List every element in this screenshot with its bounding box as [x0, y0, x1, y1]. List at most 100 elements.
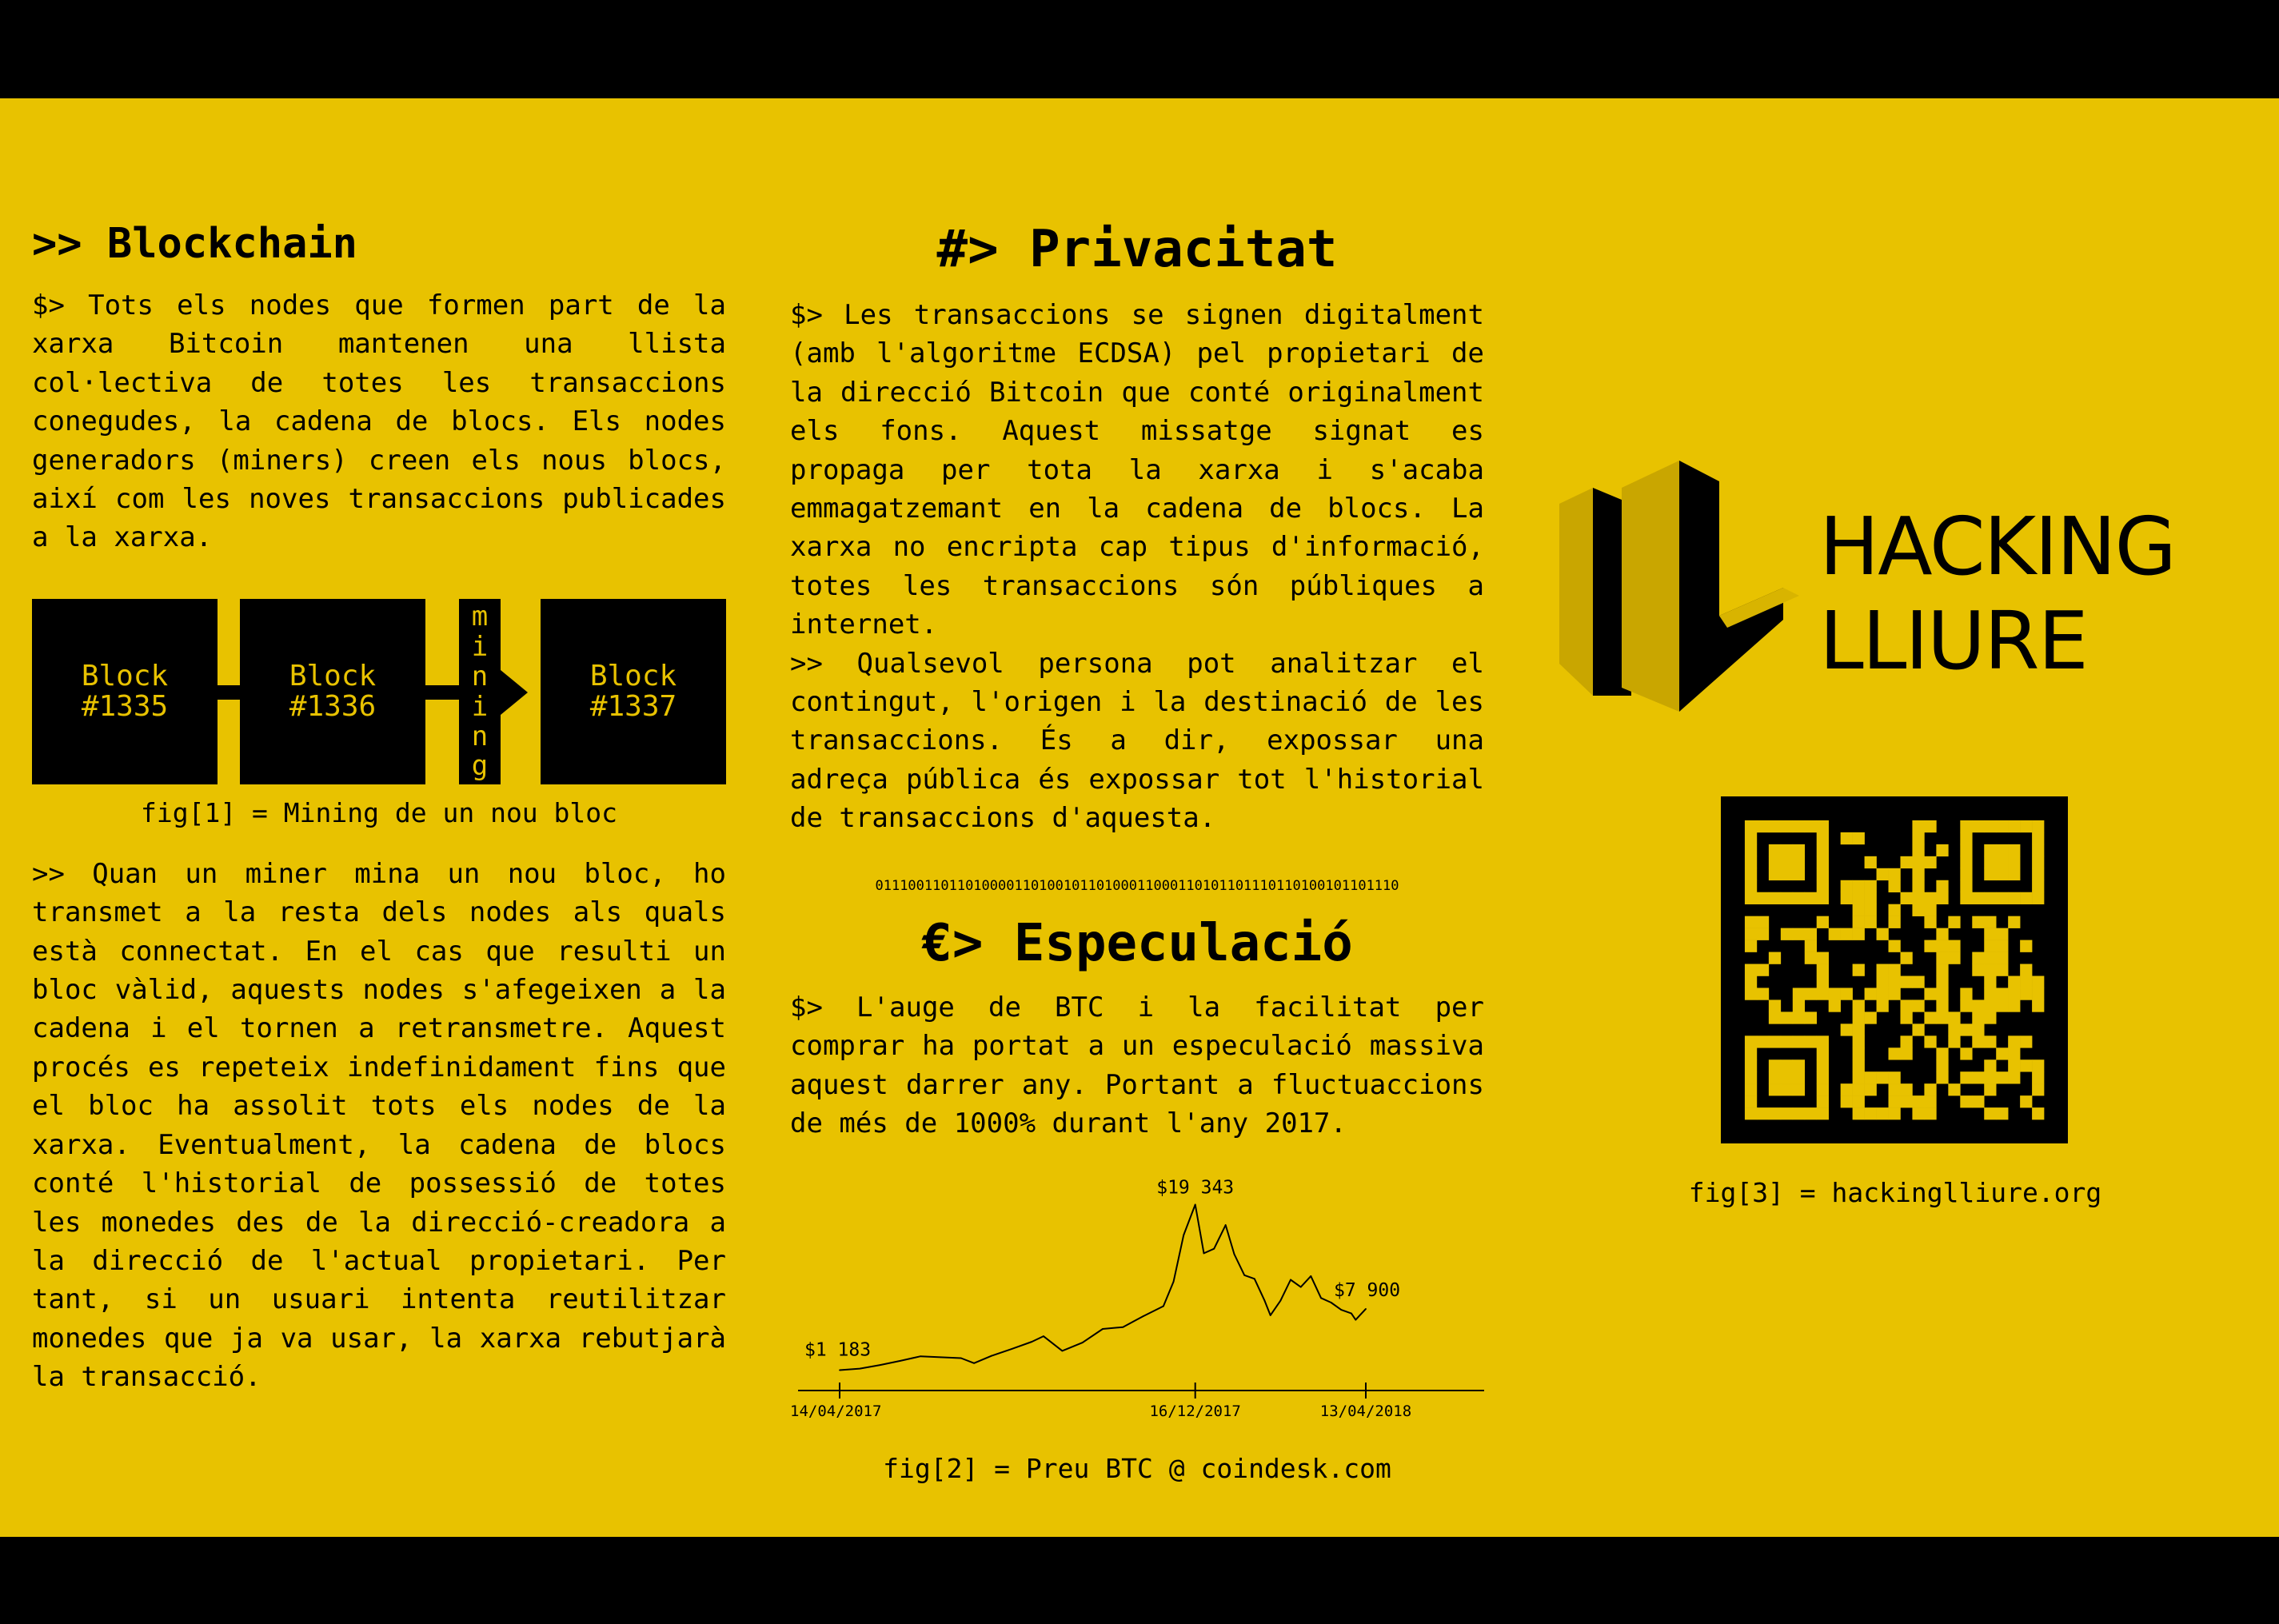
price-point — [990, 1355, 992, 1357]
price-point — [1122, 1327, 1124, 1328]
qr-module — [1744, 868, 1758, 881]
price-point — [1042, 1335, 1044, 1338]
x-tick-label: 14/04/2017 — [790, 1403, 881, 1420]
qr-module — [2032, 1000, 2045, 1012]
mining-letter: n — [471, 660, 489, 693]
qr-module — [1924, 856, 1937, 869]
qr-module — [1792, 844, 1806, 857]
qr-module — [1912, 868, 1925, 881]
qr-module — [1768, 856, 1782, 869]
privacitat-paragraph-1: $> Les transaccions se signen digitalmen… — [790, 299, 1484, 641]
price-point — [1031, 1341, 1033, 1343]
qr-module — [1996, 1047, 2009, 1060]
qr-module — [2020, 1059, 2033, 1072]
qr-module — [1984, 1083, 1997, 1096]
qr-module — [1972, 820, 1985, 833]
qr-module — [1768, 892, 1782, 904]
qr-module — [1936, 844, 1949, 857]
qr-module — [1768, 1000, 1782, 1012]
qr-module — [1792, 1035, 1806, 1048]
qr-module — [1840, 892, 1853, 904]
qr-module — [1756, 820, 1770, 833]
qr-module — [1768, 1107, 1782, 1120]
qr-module — [1912, 856, 1925, 869]
qr-module — [1816, 1083, 1829, 1096]
qr-module — [1996, 844, 2009, 857]
block-1337: Block #1337 — [541, 598, 726, 784]
qr-module — [2032, 892, 2045, 904]
qr-module — [1792, 1059, 1806, 1072]
qr-module — [1972, 1095, 1985, 1108]
block-1335: Block #1335 — [32, 598, 218, 784]
qr-module — [1852, 1107, 1865, 1120]
qr-module — [1804, 952, 1818, 964]
qr-module — [1972, 1000, 1985, 1012]
price-point — [1172, 1281, 1175, 1283]
qr-module — [2032, 844, 2045, 857]
qr-module — [1744, 892, 1758, 904]
hl-logo-icon — [1559, 461, 1799, 712]
qr-module — [1792, 1000, 1806, 1012]
qr-module — [1780, 928, 1794, 940]
qr-module — [1780, 1035, 1794, 1048]
qr-module — [1960, 820, 1973, 833]
qr-module — [1852, 880, 1865, 893]
block-label: Block — [81, 659, 169, 692]
qr-module — [1924, 904, 1937, 916]
qr-module — [1864, 916, 1877, 928]
qr-module — [1984, 856, 1997, 869]
logo-line-lliure: LLIURE — [1819, 594, 2089, 688]
price-point — [900, 1360, 901, 1363]
qr-module — [1960, 1023, 1973, 1036]
qr-module — [1996, 820, 2009, 833]
block-label: Block — [289, 659, 377, 692]
qr-code[interactable] — [1721, 796, 2068, 1143]
qr-module — [1816, 952, 1829, 964]
qr-module — [1936, 940, 1949, 952]
qr-module — [1840, 928, 1853, 940]
qr-module — [1816, 964, 1829, 976]
qr-module — [1768, 820, 1782, 833]
price-point — [1320, 1297, 1322, 1299]
qr-module — [1756, 988, 1770, 1000]
qr-module — [1816, 1095, 1829, 1108]
qr-module — [1852, 1035, 1865, 1048]
qr-module — [1744, 928, 1758, 940]
qr-module — [1876, 976, 1889, 988]
qr-module — [1792, 820, 1806, 833]
qr-module — [1960, 844, 1973, 857]
logo-line-hacking: HACKING — [1819, 500, 2177, 593]
qr-module — [1864, 1012, 1877, 1024]
qr-module — [1924, 1012, 1937, 1024]
fig1-caption: fig[1] = Mining de un nou bloc — [140, 796, 618, 828]
price-point — [879, 1364, 881, 1367]
qr-module — [1972, 1035, 1985, 1048]
qr-module — [2032, 1107, 2045, 1120]
qr-module — [1984, 892, 1997, 904]
qr-module — [1984, 1000, 1997, 1012]
qr-module — [1744, 844, 1758, 857]
qr-module — [1804, 1107, 1818, 1120]
blockchain-body: >> Quan un miner mina un nou bloc, ho tr… — [32, 857, 726, 1394]
fig2-caption: fig[2] = Preu BTC @ coindesk.com — [883, 1453, 1391, 1485]
qr-module — [1852, 928, 1865, 940]
qr-module — [2032, 820, 2045, 833]
qr-module — [1876, 988, 1889, 1000]
chain-link — [425, 684, 459, 700]
privacy-column: #> Privacitat $> Les transaccions se sig… — [790, 216, 1484, 1486]
qr-module — [1888, 1071, 1901, 1084]
price-point — [960, 1357, 962, 1359]
qr-module — [1924, 1035, 1937, 1048]
qr-module — [2032, 1083, 2045, 1096]
qr-module — [1900, 952, 1913, 964]
qr-module — [1756, 928, 1770, 940]
qr-module — [2020, 964, 2033, 976]
price-point — [973, 1363, 976, 1364]
qr-module — [1900, 856, 1913, 869]
qr-module — [1816, 880, 1829, 893]
price-line — [839, 1203, 1367, 1371]
qr-module — [1936, 964, 1949, 976]
qr-module — [2020, 1095, 2033, 1108]
qr-module — [1936, 976, 1949, 988]
price-point — [839, 1369, 840, 1371]
